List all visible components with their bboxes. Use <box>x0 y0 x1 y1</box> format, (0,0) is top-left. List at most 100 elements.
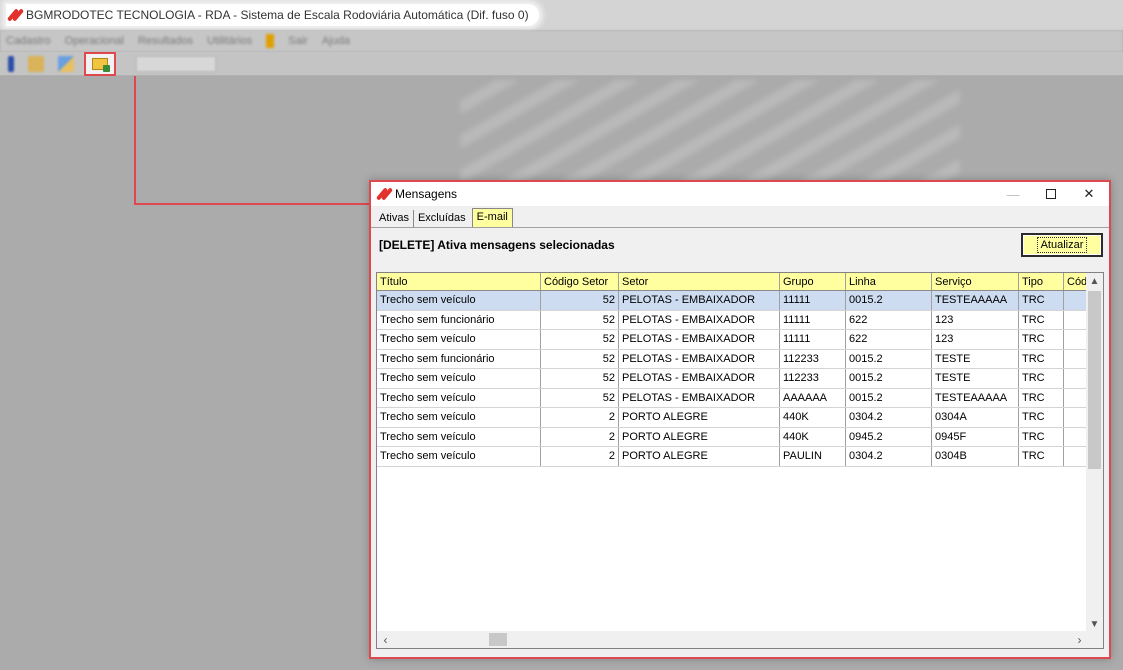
cell-servico: 0304B <box>932 447 1019 466</box>
cell-grupo: 11111 <box>780 330 846 349</box>
cell-titulo: Trecho sem veículo <box>377 427 541 446</box>
table-row[interactable]: Trecho sem veículo 52 PELOTAS - EMBAIXADOR… <box>377 369 1103 389</box>
messages-dialog: Mensagens — ✕ Ativas Excluídas E-mail [D… <box>369 180 1111 659</box>
col-header-linha[interactable]: Linha <box>846 273 932 290</box>
menu-resultados[interactable]: Resultados <box>138 35 193 47</box>
tab-email[interactable]: E-mail <box>471 208 513 227</box>
grid-header: Título Código Setor Setor Grupo Linha Se… <box>377 273 1103 291</box>
table-row[interactable]: Trecho sem veículo 2 PORTO ALEGRE 440K 0304.… <box>377 408 1103 428</box>
cell-tipo: TRC <box>1019 349 1064 368</box>
vertical-scroll-thumb[interactable] <box>1088 291 1101 469</box>
cell-codigo-setor: 2 <box>541 427 619 446</box>
cell-linha: 0015.2 <box>846 291 932 310</box>
cell-servico: TESTE <box>932 369 1019 388</box>
cell-tipo: TRC <box>1019 291 1064 310</box>
cell-tipo: TRC <box>1019 447 1064 466</box>
menu-ajuda[interactable]: Ajuda <box>322 35 350 47</box>
cell-servico: 123 <box>932 330 1019 349</box>
table-row[interactable]: Trecho sem veículo 52 PELOTAS - EMBAIXADOR… <box>377 330 1103 350</box>
table-row[interactable]: Trecho sem veículo 52 PELOTAS - EMBAIXADOR… <box>377 388 1103 408</box>
cell-linha: 0304.2 <box>846 447 932 466</box>
cell-codigo-setor: 52 <box>541 388 619 407</box>
cell-codigo-setor: 52 <box>541 330 619 349</box>
table-row[interactable]: Trecho sem funcionário 52 PELOTAS - EMBAIX… <box>377 310 1103 330</box>
menu-cadastro[interactable]: Cadastro <box>6 35 51 47</box>
app-title-pill: BGMRODOTEC TECNOLOGIA - RDA - Sistema de… <box>6 4 539 26</box>
horizontal-scrollbar[interactable]: ‹ › <box>377 631 1088 648</box>
cell-servico: 123 <box>932 310 1019 329</box>
cell-tipo: TRC <box>1019 330 1064 349</box>
col-header-codigo-setor[interactable]: Código Setor <box>541 273 619 290</box>
delete-hint: [DELETE] Ativa mensagens selecionadas <box>379 238 615 252</box>
table-row[interactable]: Trecho sem veículo 52 PELOTAS - EMBAIXADOR… <box>377 291 1103 311</box>
table-row[interactable]: Trecho sem veículo 2 PORTO ALEGRE 440K 0945.… <box>377 427 1103 447</box>
cell-servico: TESTEAAAAA <box>932 388 1019 407</box>
cell-titulo: Trecho sem veículo <box>377 369 541 388</box>
cell-grupo: 11111 <box>780 310 846 329</box>
app-titlebar: BGMRODOTEC TECNOLOGIA - RDA - Sistema de… <box>0 0 1123 30</box>
cell-tipo: TRC <box>1019 388 1064 407</box>
users-icon[interactable] <box>58 55 74 72</box>
cell-setor: PORTO ALEGRE <box>619 408 780 427</box>
cell-grupo: 112233 <box>780 369 846 388</box>
cell-titulo: Trecho sem veículo <box>377 447 541 466</box>
cell-grupo: PAULIN <box>780 447 846 466</box>
menubar: Cadastro Operacional Resultados Utilitár… <box>0 30 1123 52</box>
cell-linha: 622 <box>846 310 932 329</box>
exit-door-icon[interactable] <box>266 34 275 48</box>
cell-linha: 622 <box>846 330 932 349</box>
cell-codigo-setor: 2 <box>541 447 619 466</box>
cell-tipo: TRC <box>1019 310 1064 329</box>
messages-button[interactable] <box>84 51 116 76</box>
cell-titulo: Trecho sem veículo <box>377 291 541 310</box>
cell-linha: 0015.2 <box>846 349 932 368</box>
cell-setor: PELOTAS - EMBAIXADOR <box>619 388 780 407</box>
tab-ativas[interactable]: Ativas <box>375 210 414 227</box>
person-icon[interactable] <box>28 55 44 72</box>
col-header-servico[interactable]: Serviço <box>932 273 1019 290</box>
maximize-icon <box>1046 189 1056 199</box>
cell-servico: 0304A <box>932 408 1019 427</box>
cell-grupo: 440K <box>780 408 846 427</box>
horizontal-scroll-thumb[interactable] <box>489 633 507 646</box>
refresh-button[interactable]: Atualizar <box>1021 233 1103 257</box>
workspace-background <box>460 80 960 190</box>
cell-setor: PORTO ALEGRE <box>619 427 780 446</box>
messages-grid[interactable]: Título Código Setor Setor Grupo Linha Se… <box>376 272 1104 649</box>
close-button[interactable]: ✕ <box>1071 182 1107 206</box>
cell-titulo: Trecho sem veículo <box>377 408 541 427</box>
menu-sair[interactable]: Sair <box>288 35 308 47</box>
tab-strip: Ativas Excluídas E-mail <box>371 206 1109 228</box>
menu-operacional[interactable]: Operacional <box>65 35 124 47</box>
col-header-setor[interactable]: Setor <box>619 273 780 290</box>
col-header-grupo[interactable]: Grupo <box>780 273 846 290</box>
cell-servico: TESTEAAAAA <box>932 291 1019 310</box>
menu-utilitarios[interactable]: Utilitários <box>207 35 252 47</box>
table-row[interactable]: Trecho sem veículo 2 PORTO ALEGRE PAULIN 030… <box>377 447 1103 467</box>
callout-line-horizontal <box>134 203 370 205</box>
cell-codigo-setor: 52 <box>541 291 619 310</box>
vertical-scrollbar[interactable]: ▲ ▼ <box>1086 273 1103 633</box>
cell-grupo: 11111 <box>780 291 846 310</box>
scroll-left-icon[interactable]: ‹ <box>377 631 394 648</box>
cell-grupo: AAAAAA <box>780 388 846 407</box>
scroll-corner <box>1086 631 1103 648</box>
table-row[interactable]: Trecho sem funcionário 52 PELOTAS - EMBAIX… <box>377 349 1103 369</box>
cell-linha: 0015.2 <box>846 388 932 407</box>
tab-excluidas[interactable]: Excluídas <box>414 210 470 227</box>
cell-linha: 0304.2 <box>846 408 932 427</box>
cell-setor: PELOTAS - EMBAIXADOR <box>619 330 780 349</box>
app-title: BGMRODOTEC TECNOLOGIA - RDA - Sistema de… <box>26 8 529 22</box>
col-header-tipo[interactable]: Tipo <box>1019 273 1064 290</box>
scroll-up-icon[interactable]: ▲ <box>1086 273 1103 290</box>
cell-tipo: TRC <box>1019 427 1064 446</box>
col-header-titulo[interactable]: Título <box>377 273 541 290</box>
messages-icon <box>92 57 110 72</box>
bus-icon[interactable] <box>8 55 14 72</box>
cell-titulo: Trecho sem veículo <box>377 388 541 407</box>
timezone-select[interactable] <box>136 55 216 72</box>
cell-tipo: TRC <box>1019 369 1064 388</box>
maximize-button[interactable] <box>1033 182 1069 206</box>
minimize-button[interactable]: — <box>995 182 1031 206</box>
dialog-header: [DELETE] Ativa mensagens selecionadas At… <box>371 228 1109 262</box>
